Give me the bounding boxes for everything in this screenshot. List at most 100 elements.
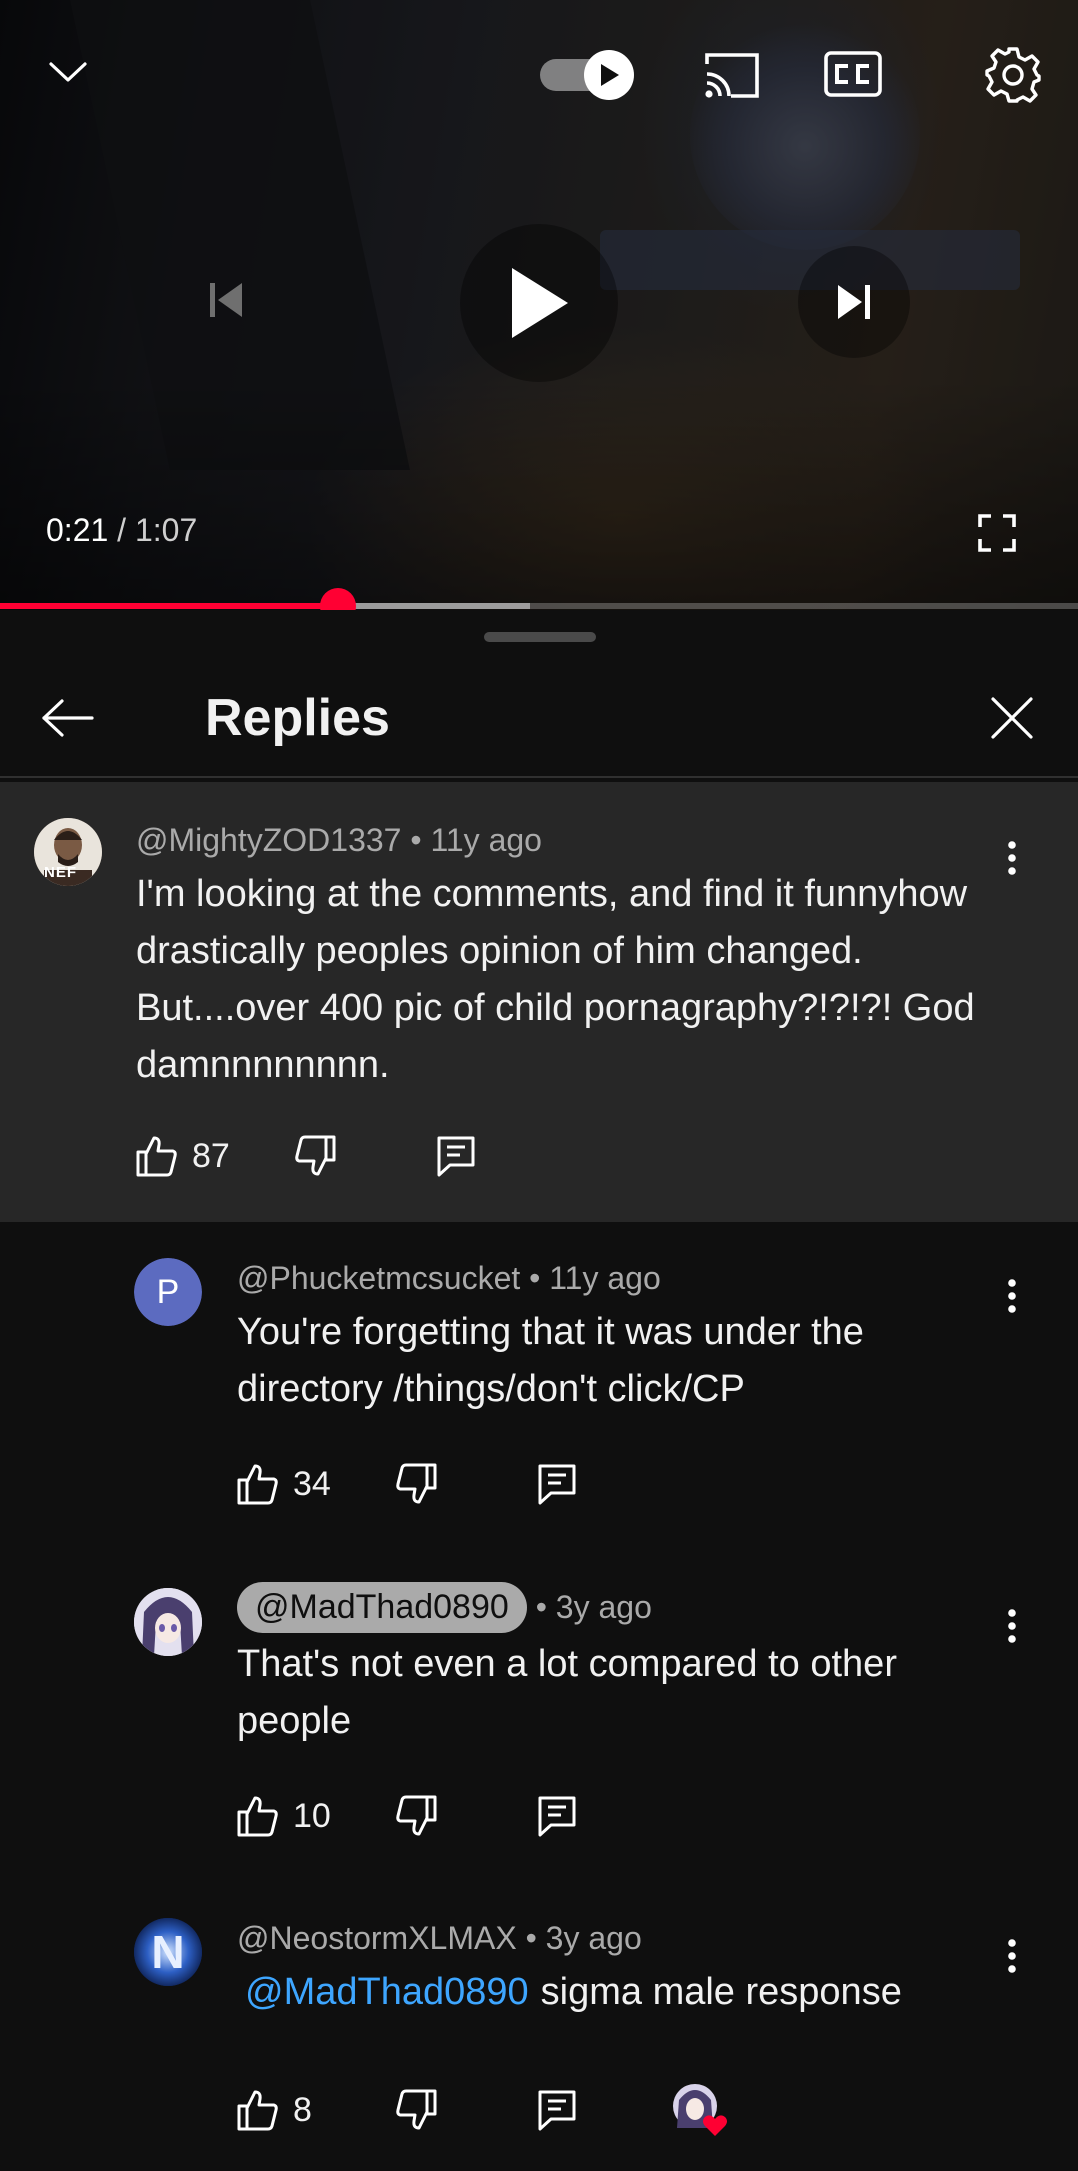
avatar[interactable]: NEF [34,818,102,886]
time-separator: / [108,512,135,548]
comment-text: You're forgetting that it was under the … [237,1311,864,1410]
comment-body: sigma male response [540,1971,902,2013]
more-vert-icon [1008,1609,1016,1643]
reply-icon [538,1796,576,1837]
previous-icon [210,283,242,317]
video-player[interactable]: 0:21 / 1:07 [0,0,1078,610]
thumb-up-icon [237,2090,278,2131]
chevron-down-icon [49,62,87,82]
thumb-down-icon [295,1135,336,1176]
avatar[interactable] [134,1588,202,1656]
panel-title: Replies [205,689,390,747]
current-time: 0:21 [46,512,109,548]
comment-age: • 11y ago [410,822,542,858]
close-button[interactable] [972,686,1052,750]
like-count: 87 [192,1136,230,1175]
settings-icon [985,47,1041,103]
more-vert-icon [1008,1279,1016,1313]
reply-button[interactable] [436,1126,476,1186]
author-handle[interactable]: @MightyZOD1337 [136,822,401,858]
play-icon [512,268,568,338]
avatar-letter: P [134,1258,202,1326]
dislike-button[interactable] [395,2080,437,2140]
comment-age: • 3y ago [525,1920,642,1956]
thumb-down-icon [396,2089,437,2130]
mention-link[interactable]: @MadThad0890 [245,1971,529,2013]
comment-text: I'm looking at the comments, and find it… [136,873,975,1086]
avatar[interactable]: P [134,1258,202,1326]
comment-text: @MadThad0890 sigma male response [237,1964,1017,2021]
thumb-up-icon [237,1464,278,1505]
like-button[interactable]: 87 [136,1126,230,1186]
thumb-up-icon [136,1136,177,1177]
creator-heart [671,2080,735,2140]
comment-actions: 34 [237,1454,637,1514]
parent-comment: NEF @MightyZOD1337 • 11y ago I'm looking… [0,782,1078,1222]
previous-button[interactable] [170,244,282,356]
reply-icon [538,2090,576,2131]
cast-icon [705,53,759,98]
comment-actions: 8 [237,2080,757,2140]
duration: 1:07 [134,512,198,548]
reply-button[interactable] [537,1454,577,1514]
dislike-button[interactable] [294,1126,336,1186]
fullscreen-icon [978,514,1016,552]
replies-sheet: Replies NEF @MightyZOD1337 • 11y ago I'm… [0,610,1078,2171]
autoplay-toggle[interactable] [540,50,642,100]
thumb-down-icon [396,1795,437,1836]
like-button[interactable]: 8 [237,2080,312,2140]
comment-meta: @MadThad0890 • 3y ago [237,1582,652,1633]
avatar-caption: NEF [44,864,77,881]
time-display: 0:21 / 1:07 [46,512,197,549]
play-button[interactable] [460,224,618,382]
like-count: 8 [293,2090,312,2129]
avatar-letter: N [151,1926,185,1978]
thumb-up-icon [237,1796,278,1837]
minimize-button[interactable] [38,42,98,102]
replies-header: Replies [0,658,1078,778]
dislike-button[interactable] [395,1786,437,1846]
comment-meta: @Phucketmcsucket • 11y ago [237,1260,661,1297]
comment-actions: 10 [237,1786,637,1846]
back-button[interactable] [28,686,108,750]
settings-button[interactable] [978,40,1048,110]
progress-played [0,603,339,609]
reply-comment: @MadThad0890 • 3y ago That's not even a … [0,1552,1078,1886]
reply-comment: P @Phucketmcsucket • 11y ago You're forg… [0,1222,1078,1552]
reply-comment: N @NeostormXLMAX • 3y ago @MadThad0890 si… [0,1886,1078,2171]
autoplay-knob [584,50,634,100]
more-options-button[interactable] [992,1266,1032,1326]
like-button[interactable]: 10 [237,1786,331,1846]
creator-heart-icon [673,2084,727,2136]
more-options-button[interactable] [992,1596,1032,1656]
cast-button[interactable] [696,44,766,106]
like-button[interactable]: 34 [237,1454,331,1514]
back-arrow-icon [42,699,94,737]
user-avatar-image [134,1588,202,1656]
comment-meta: @MightyZOD1337 • 11y ago [136,822,542,859]
reply-icon [437,1136,475,1177]
reply-button[interactable] [537,1786,577,1846]
comment-age: • 3y ago [535,1589,652,1625]
author-handle[interactable]: @NeostormXLMAX [237,1920,517,1956]
reply-button[interactable] [537,2080,577,2140]
author-handle-chip[interactable]: @MadThad0890 [237,1582,527,1633]
author-handle[interactable]: @Phucketmcsucket [237,1260,520,1296]
play-icon [601,64,619,86]
captions-button[interactable] [812,46,894,102]
dislike-button[interactable] [395,1454,437,1514]
like-count: 10 [293,1796,331,1835]
avatar[interactable]: N [134,1918,202,1986]
progress-bar[interactable] [0,588,1078,610]
comment-text: That's not even a lot compared to other … [237,1643,897,1742]
drag-handle[interactable] [484,632,596,642]
like-count: 34 [293,1464,331,1503]
reply-icon [538,1464,576,1505]
comment-meta: @NeostormXLMAX • 3y ago [237,1920,642,1957]
close-icon [991,697,1033,739]
comment-actions: 87 [136,1126,536,1186]
next-button[interactable] [798,246,910,358]
fullscreen-button[interactable] [966,502,1028,564]
next-icon [838,285,870,319]
captions-icon [824,51,882,97]
